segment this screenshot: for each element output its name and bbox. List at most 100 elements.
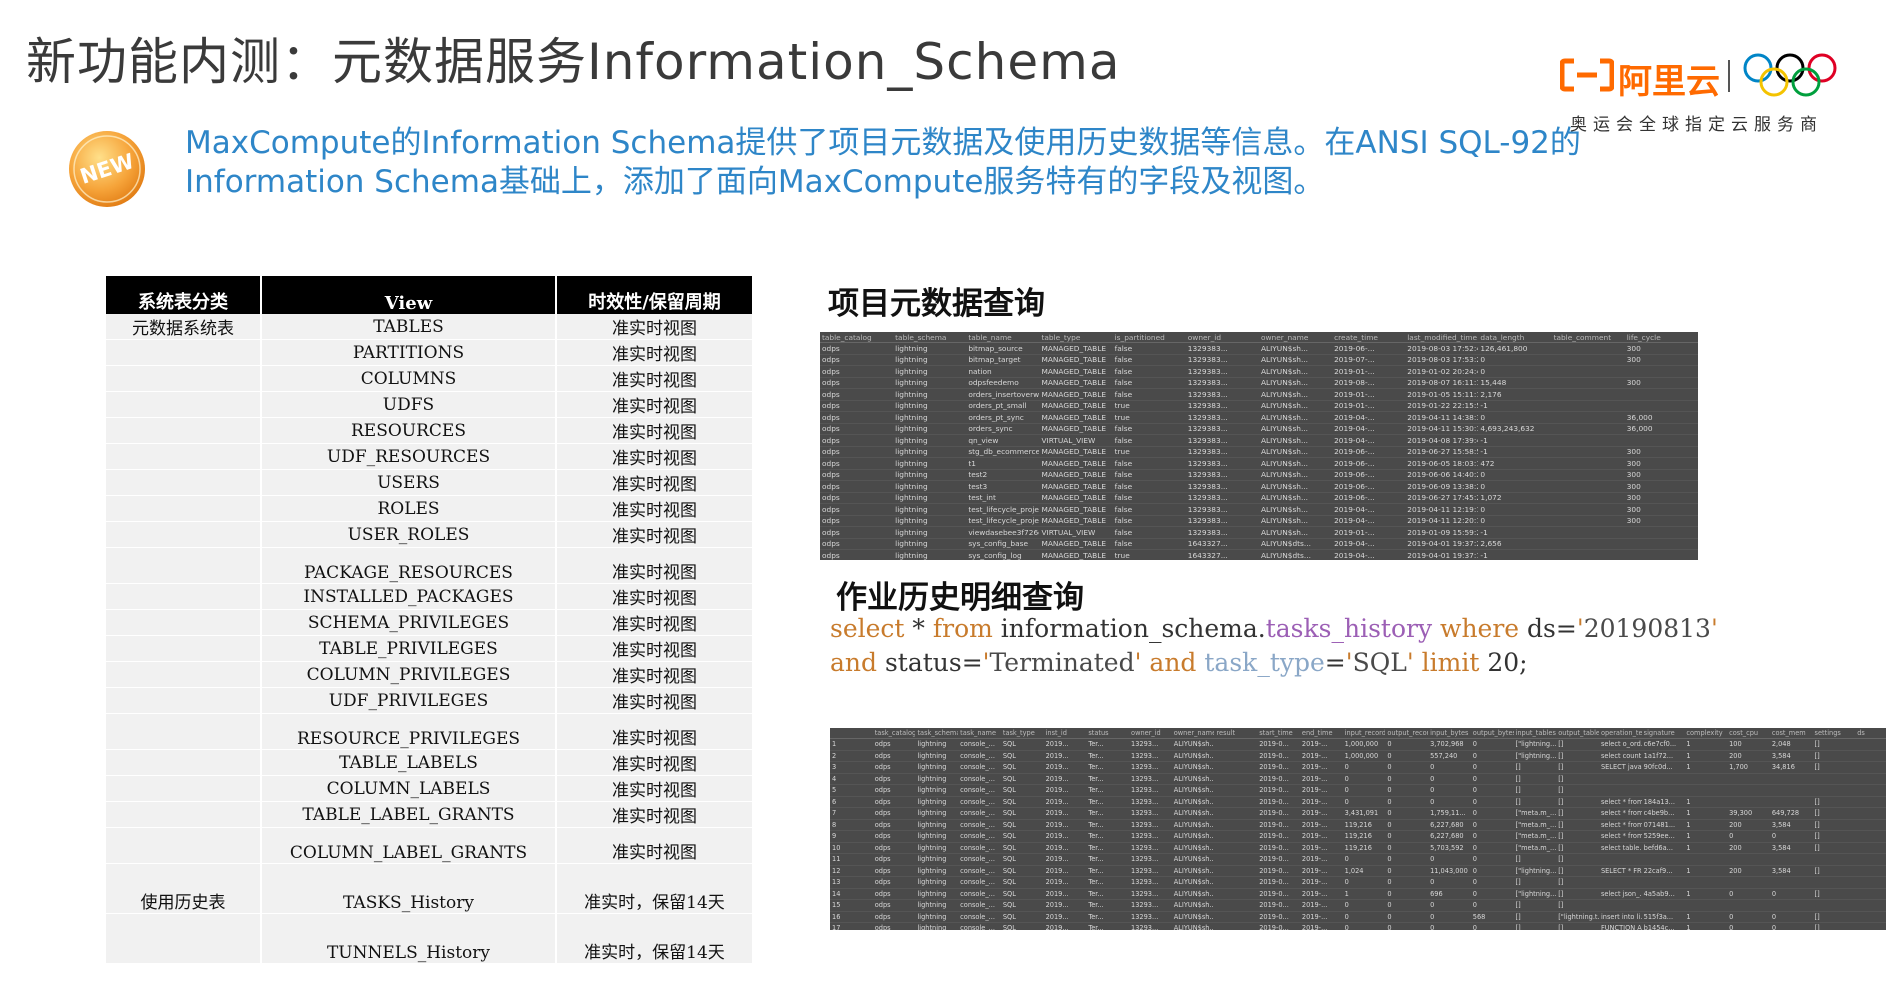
table-row: UDF_RESOURCES 准实时视图 [106,443,752,470]
category-cell [106,443,262,470]
retention-cell: 准实时视图 [556,775,752,802]
result-cell: 1,000,000 [1342,738,1386,751]
result-cell: lightning [893,549,967,560]
table-row: RESOURCES 准实时视图 [106,417,752,444]
result-cell: 0 [1342,876,1386,889]
result-cell: 568 [1470,911,1514,923]
result-cell: 2019... [1043,750,1087,762]
result-cell: 1329383... [1185,503,1259,516]
result-cell: ALIYUN$sh... [1171,876,1215,889]
result-cell: Ter... [1086,842,1130,854]
code-token: and [830,648,878,677]
result-cell: 472 [1478,457,1552,470]
result-cell [1812,773,1856,785]
result-cell [1769,773,1813,785]
retention-cell: 准实时视图 [556,391,752,418]
result-cell: 0 [1385,842,1429,854]
result-cell: ["lightning.t... [1556,911,1599,923]
result-cell: 0 [1470,888,1514,900]
result-cell: 300 [1624,446,1698,458]
result-cell: 0 [1428,922,1471,930]
result-cell: odps [820,457,894,470]
result-cell: console_... [958,796,1001,808]
result-cell: VIRTUAL_VIEW [1039,434,1113,447]
result-cell: orders_pt_small [966,400,1040,412]
result-cell: console_... [958,876,1001,889]
result-cell [1214,853,1258,866]
result-cell: 4a5ab9... [1641,888,1685,900]
table-row: PARTITIONS 准实时视图 [106,339,752,366]
result-cell [1624,365,1698,378]
view-cell: PACKAGE_RESOURCES [261,547,557,584]
result-cell: 2019-01-... [1332,388,1406,401]
result-cell: lightning [893,411,967,424]
result-cell: MANAGED_TABLE [1039,411,1113,424]
result-cell: 1 [1684,738,1728,751]
result-cell: befd6a... [1641,842,1685,854]
view-cell: INSTALLED_PACKAGES [261,583,557,610]
result-cell: 557,240 [1428,750,1471,762]
result-cell: 13293... [1129,842,1172,854]
result-cell: 1329383... [1185,354,1259,366]
result-cell: [] [1812,761,1856,774]
table-row: 使用历史表 TASKS_History 准实时，保留14天 [106,863,752,914]
view-cell: TUNNELS_History [261,913,557,964]
result-cell: 1,700 [1727,761,1770,774]
retention-cell: 准实时视图 [556,609,752,636]
view-cell: USERS [261,469,557,496]
result-row: odps lightning nation MANAGED_TABLE false 132… [820,365,1698,378]
result-cell: 0 [1470,865,1514,877]
result-cell: 1,000,000 [1342,750,1386,762]
result-cell: 6,227,680 [1428,830,1471,843]
result-cell: 2019-0... [1257,842,1300,854]
result-row: odpslightningstg_db_ecommercecreativity.… [820,446,1698,458]
code-token: * [904,614,933,643]
result-cell [1684,853,1728,866]
result-cell: [] [1812,830,1856,843]
result-cell: odps [820,423,894,435]
result-cell [1624,538,1698,550]
result-cell: false [1112,388,1186,401]
result-cell [1214,750,1258,762]
result-cell: lightning [915,807,959,820]
result-cell [1551,411,1625,424]
code-token: = [1324,648,1346,677]
result-cell: lightning [915,853,959,866]
result-cell: ["meta.m_... [1513,807,1557,820]
result-cell: [] [1556,784,1599,797]
result-cell: 2019-04-... [1332,503,1406,516]
result-cell: odps [820,388,894,401]
result-cell [1812,876,1856,889]
table-row: INSTALLED_PACKAGES 准实时视图 [106,583,752,610]
category-cell [106,609,262,636]
result-cell: 2019... [1043,773,1087,785]
result-cell: 2019... [1043,784,1087,797]
result-cell: odps [820,354,894,366]
result-cell: 0 [1470,807,1514,820]
result-column-header: cost_cpu [1727,728,1770,739]
result-cell: -1 [1478,434,1552,447]
result-cell: lightning [893,377,967,389]
code-token: Terminated [989,648,1135,677]
view-cell: TABLE_LABELS [261,749,557,776]
table-row: ROLES 准实时视图 [106,495,752,522]
result-cell: 2019-0... [1257,750,1300,762]
result-cell: odps [820,469,894,481]
result-cell: Ter... [1086,761,1130,774]
result-cell: Ter... [1086,899,1130,912]
result-cell: 2019-04-... [1332,423,1406,435]
result-cell: [] [1812,819,1856,831]
result-cell: ALIYUN$dts... [1258,549,1333,560]
result-cell: 6 [830,796,873,808]
result-cell [1855,842,1886,854]
result-cell: 2019... [1043,888,1087,900]
result-cell: SQL [1000,750,1044,762]
result-cell: 0 [1470,922,1514,930]
retention-cell: 准实时视图 [556,713,752,750]
result-cell: 300 [1624,503,1698,516]
result-cell: test_int [966,492,1040,504]
result-cell: 13293... [1129,738,1172,751]
result-cell: ALIYUN$sh... [1171,761,1215,774]
result-cell: Ter... [1086,784,1130,797]
result-cell [1727,796,1770,808]
